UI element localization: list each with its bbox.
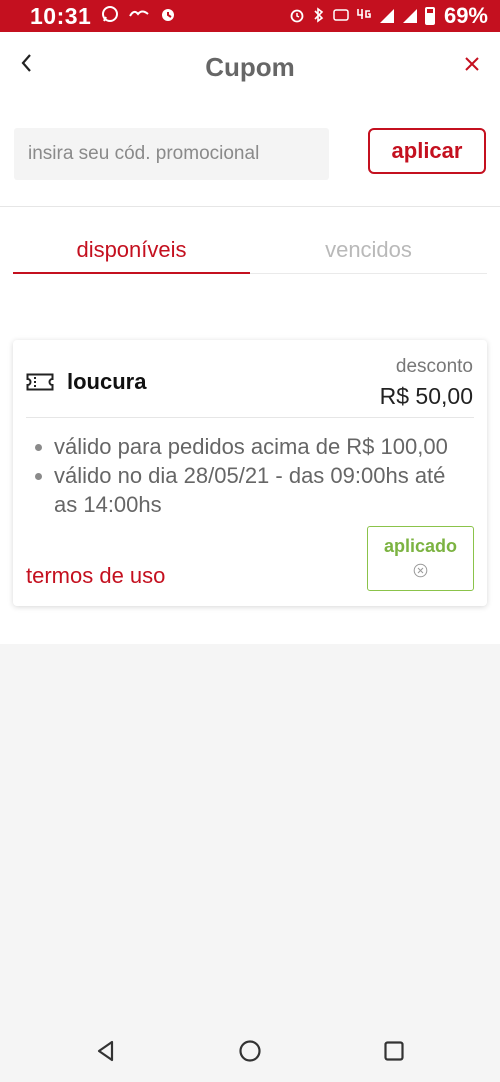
signal-icon — [379, 8, 395, 24]
navigation-bar — [0, 1019, 500, 1082]
coupon-rules: válido para pedidos acima de R$ 100,00 v… — [33, 432, 473, 519]
tab-available[interactable]: disponíveis — [13, 228, 250, 274]
applied-badge[interactable]: aplicado — [367, 526, 474, 591]
volte-icon — [333, 7, 349, 26]
triangle-back-icon — [97, 1040, 114, 1062]
close-button[interactable] — [462, 54, 482, 74]
discount-value: R$ 50,00 — [379, 383, 473, 409]
battery-icon — [424, 7, 435, 25]
coupon-card: loucura desconto R$ 50,00 válido para pe… — [13, 340, 487, 606]
coupon-name: loucura — [67, 369, 147, 394]
status-right-icons: 69% — [289, 3, 488, 29]
tab-expired[interactable]: vencidos — [250, 228, 487, 273]
tabs: disponíveis vencidos — [13, 228, 487, 274]
bluetooth-icon — [312, 6, 326, 26]
apply-button[interactable]: aplicar — [368, 128, 486, 174]
divider — [0, 206, 500, 207]
status-bar: 10:31 69% — [0, 0, 500, 32]
card-divider — [26, 417, 474, 418]
close-icon — [465, 57, 479, 71]
page-title: Cupom — [205, 52, 295, 82]
promo-code-input[interactable] — [14, 128, 329, 180]
ticket-icon — [26, 373, 54, 391]
discount-label: desconto — [395, 356, 473, 377]
rule-item: válido para pedidos acima de R$ 100,00 — [33, 432, 473, 461]
square-recents-icon — [384, 1041, 404, 1061]
header: Cupom — [0, 32, 500, 102]
4g-icon — [356, 7, 372, 26]
alarm-icon — [289, 7, 305, 26]
circle-home-icon — [239, 1040, 261, 1062]
coupon-screen: Cupom aplicar disponíveis vencidos loucu… — [0, 32, 500, 644]
terms-link[interactable]: termos de uso — [26, 563, 165, 589]
status-time: 10:31 — [30, 2, 92, 29]
signal-icon — [402, 8, 418, 24]
whatsapp-icon — [101, 5, 119, 28]
nav-back-button[interactable] — [94, 1039, 118, 1063]
remove-circle-icon[interactable] — [413, 563, 428, 578]
battery-percent: 69% — [443, 3, 488, 28]
status-left-icons — [101, 5, 177, 28]
promo-row: aplicar — [0, 128, 500, 184]
nav-recents-button[interactable] — [382, 1039, 406, 1063]
rule-item: válido no dia 28/05/21 - das 09:00hs até… — [33, 461, 473, 519]
nav-home-button[interactable] — [238, 1039, 262, 1063]
applied-label: aplicado — [383, 536, 458, 556]
ifood-icon — [129, 7, 149, 25]
sync-icon — [159, 5, 177, 28]
